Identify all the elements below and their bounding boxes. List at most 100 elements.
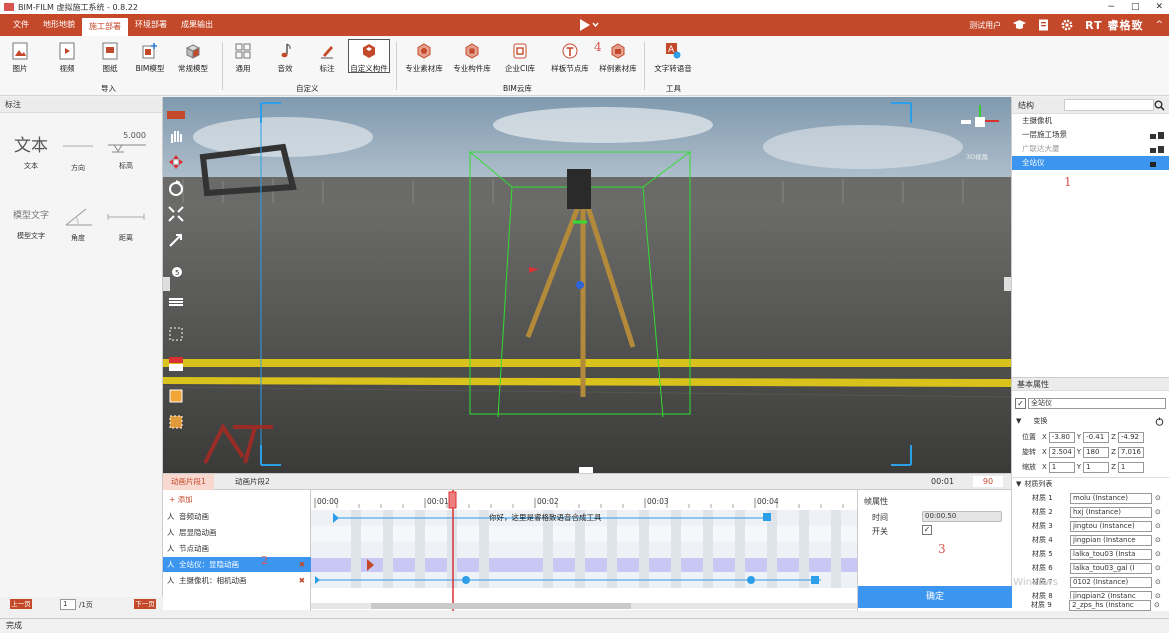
next-page-button[interactable]: 下一页 (134, 599, 156, 609)
template-node-library-button[interactable]: 样板节点库 (548, 42, 592, 74)
menu-terrain[interactable]: 地形地貌 (36, 14, 82, 36)
expand-icon[interactable] (167, 231, 185, 249)
track-node[interactable]: 人节点动画 (163, 541, 311, 556)
drawing-button[interactable]: 图纸 (93, 42, 127, 74)
track-audio[interactable]: 人音频动画 (163, 509, 311, 524)
material-field[interactable]: lalka_tou03_gal (I (1070, 562, 1152, 574)
layers-icon[interactable] (167, 293, 185, 311)
move-icon[interactable] (167, 153, 185, 171)
document-icon[interactable] (1038, 19, 1049, 31)
menu-output[interactable]: 成果输出 (174, 14, 220, 36)
distance-tool[interactable]: 距离 (104, 205, 148, 243)
enterprise-ci-library-button[interactable]: 企业CI库 (501, 42, 539, 74)
bim-model-button[interactable]: BIM模型 (133, 42, 167, 74)
material-field[interactable]: 0102 (Instance) (1070, 576, 1152, 588)
lock-icon[interactable] (1150, 145, 1164, 153)
end-frame-input[interactable]: 90 (973, 476, 1003, 487)
rotate-icon[interactable] (167, 179, 185, 197)
collapse-ribbon-button[interactable]: ^ (1155, 20, 1163, 30)
materials-caret[interactable]: ▼ (1016, 480, 1021, 488)
delete-track-icon[interactable]: ✖ (299, 573, 305, 588)
rotation-x-input[interactable]: 2.504 (1048, 446, 1075, 458)
track-layer-visibility[interactable]: 人层显隐动画 (163, 525, 311, 540)
timeline-tracks[interactable]: 00:00 00:01 00:02 00:03 00:04 你好，这里是睿格致语… (311, 490, 857, 611)
structure-search-input[interactable] (1064, 99, 1154, 111)
search-icon[interactable] (1154, 100, 1165, 111)
target-icon[interactable]: ⊙ (1155, 522, 1161, 530)
scale-icon[interactable] (167, 205, 185, 223)
target-icon[interactable]: ⊙ (1155, 536, 1161, 544)
tab-clip-2[interactable]: 动画片段2 (227, 474, 278, 490)
general-button[interactable]: 通用 (226, 42, 260, 74)
material-field[interactable]: lalka_tou03 (Insta (1070, 548, 1152, 560)
sound-effect-button[interactable]: 音效 (268, 42, 302, 74)
pan-hand-icon[interactable] (167, 127, 185, 145)
position-x-input[interactable]: -3.80 (1048, 431, 1075, 443)
tree-item-total-station[interactable]: 全站仪 (1012, 156, 1169, 170)
scale-x-input[interactable]: 1 (1048, 461, 1075, 473)
track-main-camera[interactable]: 人主摄像机：相机动画 ✖ (163, 573, 311, 588)
lock-icon[interactable] (1150, 159, 1164, 167)
audio-clip-label[interactable]: 你好，这里是睿格致语音合成工具 (489, 512, 602, 523)
frame-switch-checkbox[interactable]: ✓ (922, 525, 932, 535)
material-field[interactable]: jingpian (Instance (1070, 534, 1152, 546)
material-field[interactable]: molu (Instance) (1070, 492, 1152, 504)
reset-icon[interactable] (1155, 417, 1164, 426)
text-to-speech-button[interactable]: A 文字转语音 (650, 42, 696, 74)
graduation-cap-icon[interactable] (1013, 19, 1027, 31)
model-text-tool[interactable]: 模型文字 模型文字 (9, 205, 53, 241)
target-icon[interactable]: ⊙ (1155, 494, 1161, 502)
collapse-tools-button[interactable] (167, 111, 185, 119)
menu-construction[interactable]: 施工部署 (82, 18, 128, 36)
rotation-z-input[interactable]: 7.016 (1117, 446, 1144, 458)
prev-page-button[interactable]: 上一页 (10, 599, 32, 609)
play-icon[interactable] (578, 18, 600, 32)
tree-item-scene[interactable]: 一层施工场景 (1012, 128, 1169, 142)
page-number-input[interactable]: 1 (60, 599, 76, 610)
target-icon[interactable]: ⊙ (1155, 550, 1161, 558)
close-button[interactable]: ✕ (1155, 0, 1163, 14)
tree-item-building[interactable]: 广联达大厦 (1012, 142, 1169, 156)
maximize-button[interactable]: □ (1131, 0, 1140, 14)
position-y-input[interactable]: -0.41 (1083, 431, 1110, 443)
annotate-button[interactable]: 标注 (310, 42, 344, 74)
tree-item-main-camera[interactable]: 主摄像机 (1012, 114, 1169, 128)
track-total-station[interactable]: 人全站仪：显隐动画 ✖ (163, 557, 311, 572)
select-box-icon[interactable] (167, 325, 185, 343)
delete-track-icon[interactable]: ✖ (299, 557, 305, 572)
frame-select-icon[interactable] (167, 413, 185, 431)
text-tool[interactable]: 文本 文本 (9, 135, 53, 171)
target-icon[interactable]: ⊙ (1155, 508, 1161, 516)
pro-material-library-button[interactable]: 专业素材库 (404, 42, 444, 74)
material-field[interactable]: 2_zps_hs (Instanc (1069, 599, 1151, 611)
3d-viewport[interactable]: 3D视角 5 (163, 97, 1011, 473)
position-z-input[interactable]: -4.92 (1117, 431, 1144, 443)
left-collapse-handle[interactable] (163, 277, 170, 291)
target-icon[interactable]: ⊙ (1155, 564, 1161, 572)
sample-material-library-button[interactable]: 样例素材库 (598, 42, 638, 74)
user-name[interactable]: 测试用户 (969, 20, 1001, 31)
elevation-tool[interactable]: 5.000 标高 (104, 131, 148, 171)
frame-time-input[interactable]: 00:00.50 (922, 511, 1002, 522)
menu-file[interactable]: 文件 (6, 14, 36, 36)
add-animation-button[interactable]: + 添加 (163, 492, 311, 507)
minimize-button[interactable]: − (1107, 0, 1115, 14)
gear-icon[interactable] (1061, 19, 1073, 31)
material-field[interactable]: jingtou (Instance) (1070, 520, 1152, 532)
image-button[interactable]: 图片 (3, 42, 37, 74)
pro-component-library-button[interactable]: 专业构件库 (452, 42, 492, 74)
tab-clip-1[interactable]: 动画片段1 (163, 474, 214, 490)
material-field[interactable]: hxj (Instance) (1070, 506, 1152, 518)
regular-model-button[interactable]: 常规模型 (176, 42, 210, 74)
lock-icon[interactable] (1150, 131, 1164, 139)
target-icon[interactable]: ⊙ (1154, 601, 1160, 609)
frame-icon[interactable] (167, 387, 185, 405)
angle-tool[interactable]: 角度 (56, 205, 100, 243)
scale-z-input[interactable]: 1 (1117, 461, 1144, 473)
direction-tool[interactable]: 方向 (56, 135, 100, 173)
flag-icon[interactable] (167, 355, 185, 373)
right-collapse-handle[interactable] (1004, 277, 1011, 291)
object-name-input[interactable]: 全站仪 (1028, 397, 1166, 409)
custom-component-button[interactable]: 自定义构件 (348, 39, 390, 73)
menu-environment[interactable]: 环境部署 (128, 14, 174, 36)
